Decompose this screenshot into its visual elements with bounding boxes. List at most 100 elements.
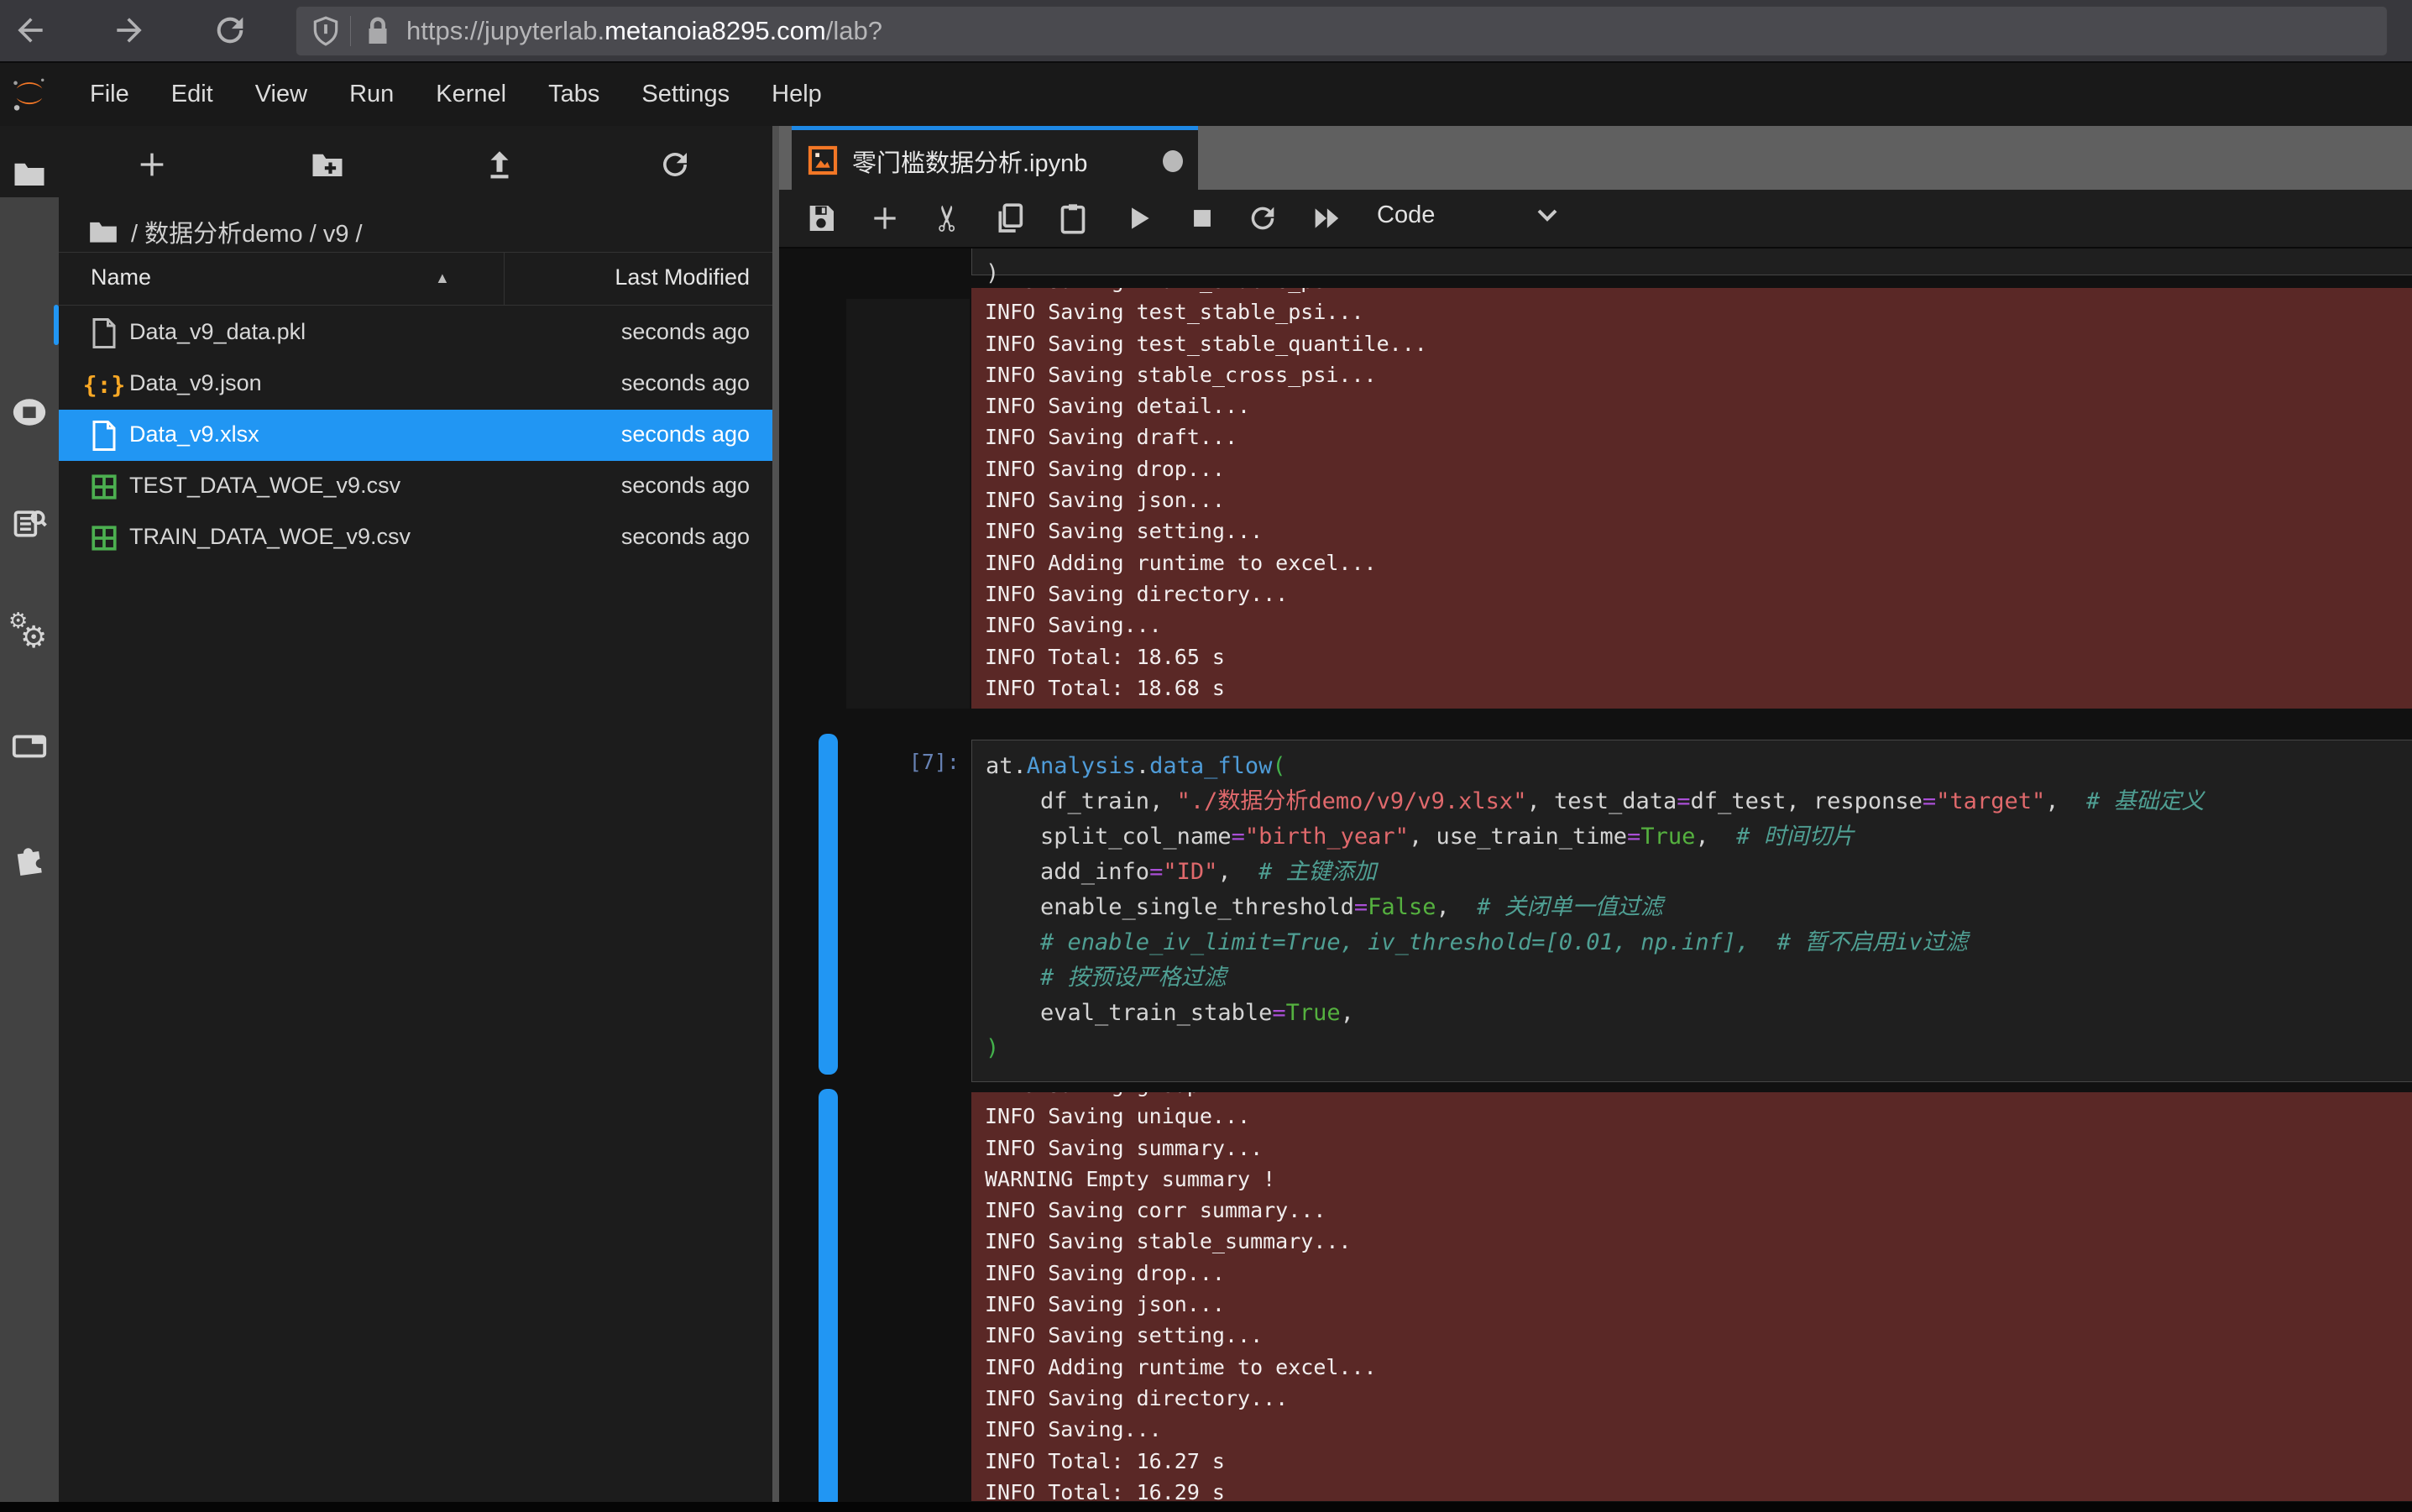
property-inspector-icon[interactable]: ⚙ ⚙ <box>0 606 59 665</box>
new-launcher-icon[interactable] <box>128 141 175 188</box>
file-type-icon <box>89 420 119 452</box>
output-line: INFO Adding runtime to excel... <box>985 547 2412 578</box>
column-name[interactable]: Name <box>91 264 151 290</box>
output-line: INFO Total: 18.65 s <box>985 641 2412 672</box>
file-name: Data_v9.json <box>129 370 262 396</box>
chevron-down-icon[interactable] <box>1530 198 1564 232</box>
menu-item-tabs[interactable]: Tabs <box>548 81 599 108</box>
file-type-icon: {:} <box>89 369 119 400</box>
input-collapser[interactable] <box>819 734 838 1075</box>
file-type-icon <box>89 471 119 503</box>
breadcrumb-path[interactable]: / 数据分析demo / v9 / <box>131 214 363 249</box>
output-line: INFO Saving test_stable_psi... <box>985 296 2412 327</box>
notebook-scroll-area: ) INFO Saving train_stable_psi...INFO Sa… <box>779 249 2412 1503</box>
file-browser-toolbar <box>59 126 772 198</box>
code-line: # enable_iv_limit=True, iv_threshold=[0.… <box>986 925 2412 960</box>
file-modified: seconds ago <box>621 524 750 550</box>
output-line: INFO Saving directory... <box>985 1383 2412 1414</box>
output-line: INFO Saving setting... <box>985 515 2412 547</box>
stop-icon[interactable] <box>1179 195 1226 242</box>
extension-manager-icon[interactable] <box>0 829 59 888</box>
file-modified: seconds ago <box>621 370 750 396</box>
output-line: INFO Adding runtime to excel... <box>985 1352 2412 1383</box>
url-separator <box>350 16 351 46</box>
folder-icon[interactable] <box>87 216 119 248</box>
file-type-icon <box>89 317 119 349</box>
upload-icon[interactable] <box>476 141 523 188</box>
code-line: df_train, "./数据分析demo/v9/v9.xlsx", test_… <box>986 784 2412 819</box>
copy-icon[interactable] <box>986 195 1033 242</box>
output-line: INFO Saving draft... <box>985 421 2412 453</box>
file-browser-panel: / 数据分析demo / v9 / Name ▲ Last Modified D… <box>59 126 772 1503</box>
restart-kernel-icon[interactable] <box>1239 195 1286 242</box>
menu-item-edit[interactable]: Edit <box>171 81 213 108</box>
menu-item-view[interactable]: View <box>255 81 307 108</box>
menu-item-file[interactable]: File <box>90 81 129 108</box>
notebook-toolbar: ✂ Code <box>779 190 2412 249</box>
menu-item-kernel[interactable]: Kernel <box>436 81 506 108</box>
column-last-modified[interactable]: Last Modified <box>615 264 750 290</box>
tab-dirty-indicator[interactable] <box>1163 150 1183 172</box>
forward-icon[interactable] <box>107 8 151 52</box>
running-sessions-icon[interactable] <box>0 383 59 442</box>
file-row[interactable]: {:} Data_v9.json seconds ago <box>59 358 772 410</box>
code-cell-clipped[interactable]: ) <box>971 249 2412 275</box>
output-line: WARNING Empty summary ! <box>985 1164 2412 1195</box>
output-collapser[interactable] <box>819 1089 838 1503</box>
cut-icon[interactable]: ✂ <box>923 195 971 242</box>
run-icon[interactable] <box>1115 195 1162 242</box>
output-line: INFO Total: 16.27 s <box>985 1446 2412 1477</box>
code-line: split_col_name="birth_year", use_train_t… <box>986 819 2412 855</box>
menu-item-help[interactable]: Help <box>772 81 822 108</box>
open-tabs-icon[interactable] <box>0 717 59 776</box>
menu-item-settings[interactable]: Settings <box>641 81 730 108</box>
output-line: INFO Saving drop... <box>985 1258 2412 1289</box>
inspector-icon[interactable] <box>0 494 59 552</box>
breadcrumb[interactable]: / 数据分析demo / v9 / <box>87 207 363 257</box>
save-icon[interactable] <box>798 195 845 242</box>
prev-cell-tail: ) <box>986 260 999 286</box>
file-name: TRAIN_DATA_WOE_v9.csv <box>129 524 411 550</box>
file-modified: seconds ago <box>621 421 750 447</box>
add-cell-icon[interactable] <box>861 195 908 242</box>
output-line: INFO Saving drop... <box>985 453 2412 484</box>
menu-items: File Edit View Run Kernel Tabs Settings Help <box>69 81 843 108</box>
output-line: INFO Saving json... <box>985 484 2412 515</box>
new-folder-icon[interactable] <box>304 141 351 188</box>
file-name: Data_v9.xlsx <box>129 421 259 447</box>
refresh-icon[interactable] <box>651 141 698 188</box>
paste-icon[interactable] <box>1049 195 1096 242</box>
shield-icon[interactable] <box>310 15 342 47</box>
execution-count: [7]: <box>779 750 960 774</box>
dock-tab-bar: 零门槛数据分析.ipynb <box>779 126 2412 190</box>
file-browser-icon[interactable] <box>0 144 59 203</box>
reload-icon[interactable] <box>208 8 252 52</box>
file-modified: seconds ago <box>621 473 750 499</box>
back-icon[interactable] <box>8 8 52 52</box>
code-line: add_info="ID", # 主键添加 <box>986 855 2412 890</box>
file-row[interactable]: TRAIN_DATA_WOE_v9.csv seconds ago <box>59 512 772 563</box>
restart-run-all-icon[interactable] <box>1303 195 1350 242</box>
output-line: INFO Saving stable_cross_psi... <box>985 359 2412 390</box>
url-text[interactable]: https://jupyterlab.metanoia8295.com/lab? <box>406 16 882 46</box>
file-row[interactable]: Data_v9_data.pkl seconds ago <box>59 307 772 358</box>
stream-output-1: INFO Saving train_stable_psi...INFO Savi… <box>971 288 2412 709</box>
panel-splitter[interactable] <box>772 126 779 1503</box>
file-row[interactable]: TEST_DATA_WOE_v9.csv seconds ago <box>59 461 772 512</box>
menu-item-run[interactable]: Run <box>349 81 394 108</box>
notebook-icon <box>807 144 839 176</box>
lock-icon[interactable] <box>363 16 393 46</box>
output-line: INFO Saving... <box>985 610 2412 641</box>
tab-title: 零门槛数据分析.ipynb <box>852 144 1087 179</box>
output-line: INFO Saving unique... <box>985 1101 2412 1132</box>
notebook-tab[interactable]: 零门槛数据分析.ipynb <box>792 126 1198 194</box>
code-line: ) <box>986 1031 2412 1066</box>
caret-up-icon[interactable]: ▲ <box>435 269 450 287</box>
output-line: INFO Saving corr summary... <box>985 1195 2412 1226</box>
file-list-header: Name ▲ Last Modified <box>59 252 772 306</box>
output-line: INFO Saving train_stable_psi... <box>985 288 2412 296</box>
url-bar[interactable]: https://jupyterlab.metanoia8295.com/lab? <box>296 6 2388 56</box>
file-row[interactable]: Data_v9.xlsx seconds ago <box>59 410 772 461</box>
code-cell-input[interactable]: at.Analysis.data_flow( df_train, "./数据分析… <box>971 740 2412 1082</box>
cell-type-select[interactable]: Code <box>1377 201 1435 229</box>
